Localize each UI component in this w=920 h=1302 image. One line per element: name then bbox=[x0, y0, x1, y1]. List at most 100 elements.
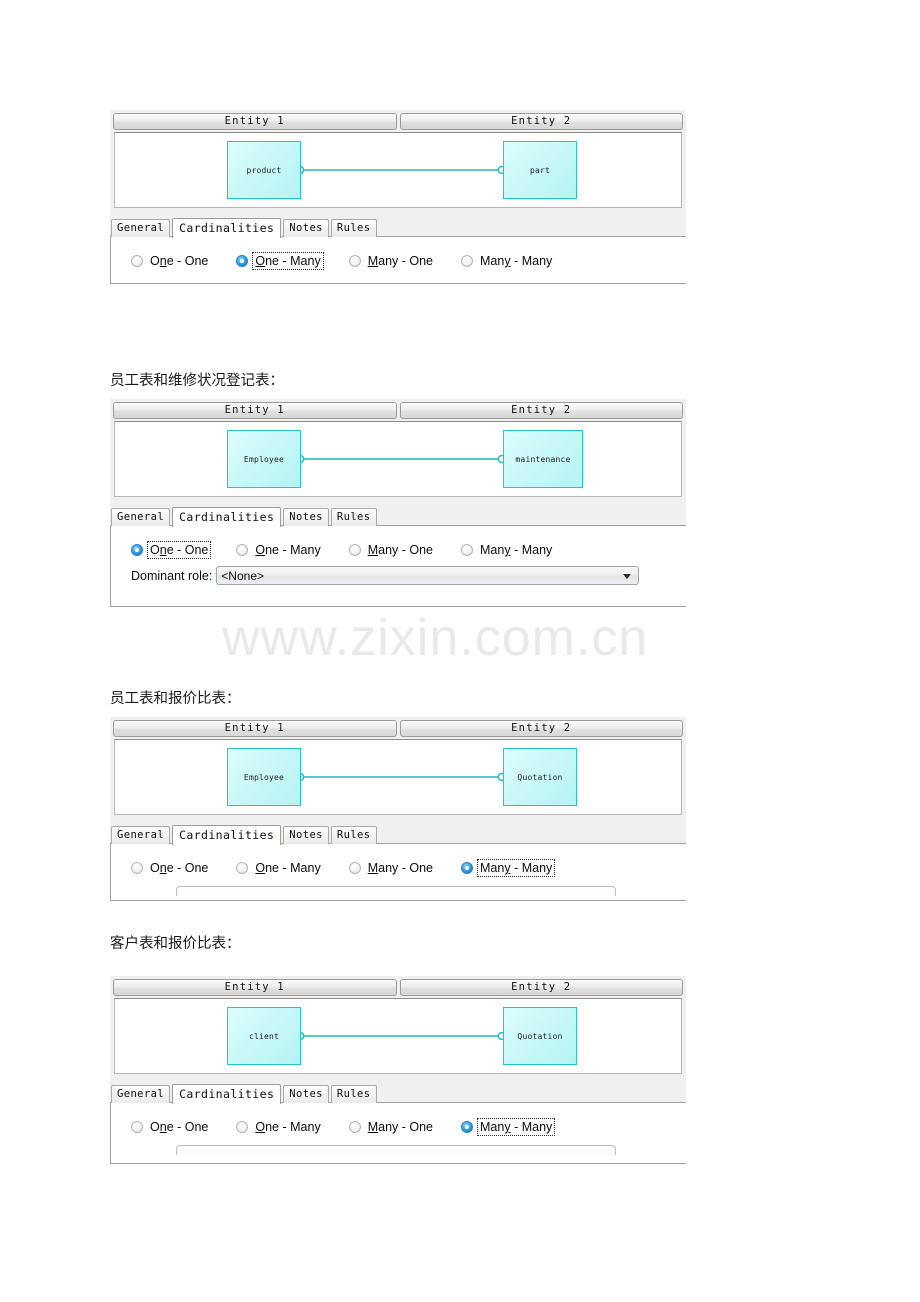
radio-button-many-many[interactable] bbox=[461, 1121, 474, 1133]
radio-button-one-many[interactable] bbox=[236, 862, 249, 874]
entity-box-right[interactable]: Quotation bbox=[503, 748, 577, 806]
radio-button-many-one[interactable] bbox=[348, 862, 361, 874]
radio-button-one-many[interactable] bbox=[236, 544, 249, 556]
entity-box-left[interactable]: product bbox=[227, 141, 301, 199]
radio-label-many-many: Many - Many bbox=[477, 859, 556, 877]
radio-option-many-many[interactable]: Many - Many bbox=[461, 1118, 556, 1136]
tab-strip: General Cardinalities Notes Rules bbox=[110, 1083, 686, 1104]
entity1-button[interactable]: Entity 1 bbox=[113, 979, 397, 996]
radio-label-many-many: Many - Many bbox=[480, 254, 553, 268]
tab-cardinalities[interactable]: Cardinalities bbox=[172, 507, 282, 527]
dominant-role-row: Dominant role: <None> bbox=[111, 558, 686, 585]
tab-panel-cardinalities: One - One One - Many Many - One Many - Many… bbox=[110, 525, 686, 607]
radio-option-one-one[interactable]: One - One bbox=[131, 1119, 210, 1135]
radio-button-one-one[interactable] bbox=[131, 1121, 143, 1133]
section-caption-2: 员工表和报价比表： bbox=[110, 691, 241, 707]
entity1-button[interactable]: Entity 1 bbox=[113, 402, 397, 419]
radio-button-one-many[interactable] bbox=[236, 1121, 249, 1133]
radio-option-many-one[interactable]: Many - One bbox=[348, 860, 435, 876]
tab-general[interactable]: General bbox=[111, 219, 171, 237]
radio-label-one-one: One - One bbox=[150, 254, 209, 268]
cardinality-radio-group: One - One One - Many Many - One Many - Many bbox=[111, 844, 686, 877]
entity-box-right[interactable]: Quotation bbox=[503, 1007, 577, 1065]
entity-box-right[interactable]: maintenance bbox=[503, 430, 583, 488]
radio-label-many-many: Many - Many bbox=[480, 543, 553, 557]
radio-button-many-one[interactable] bbox=[348, 544, 361, 556]
relationship-connector bbox=[284, 771, 518, 783]
radio-option-one-many[interactable]: One - Many bbox=[236, 542, 322, 558]
radio-button-one-many[interactable] bbox=[236, 255, 249, 267]
radio-label-one-many: One - Many bbox=[255, 861, 321, 875]
tab-cardinalities[interactable]: Cardinalities bbox=[172, 218, 282, 238]
tab-rules[interactable]: Rules bbox=[330, 826, 377, 844]
entity-box-right-label: Quotation bbox=[517, 772, 563, 782]
tab-panel-cardinalities: One - One One - Many Many - One Many - Many bbox=[110, 843, 686, 901]
radio-button-one-one[interactable] bbox=[131, 544, 143, 556]
entity2-button[interactable]: Entity 2 bbox=[399, 113, 683, 130]
radio-option-many-one[interactable]: Many - One bbox=[348, 253, 435, 269]
entity-box-right[interactable]: part bbox=[503, 141, 577, 199]
tab-general[interactable]: General bbox=[111, 1085, 171, 1103]
radio-option-one-many[interactable]: One - Many bbox=[236, 252, 324, 270]
entity2-button[interactable]: Entity 2 bbox=[399, 979, 683, 996]
entity-box-left[interactable]: Employee bbox=[227, 430, 301, 488]
tab-notes[interactable]: Notes bbox=[283, 1085, 329, 1103]
entity-box-right-label: Quotation bbox=[517, 1031, 563, 1041]
section-caption-3: 客户表和报价比表： bbox=[110, 936, 241, 952]
radio-option-one-many[interactable]: One - Many bbox=[236, 860, 322, 876]
radio-option-many-many[interactable]: Many - Many bbox=[461, 859, 556, 877]
entity1-button[interactable]: Entity 1 bbox=[113, 113, 397, 130]
entity2-button[interactable]: Entity 2 bbox=[399, 720, 683, 737]
radio-option-many-one[interactable]: Many - One bbox=[348, 1119, 435, 1135]
watermark-text: www.zixin.com.cn bbox=[222, 609, 649, 667]
diagram-canvas: product part bbox=[114, 132, 682, 208]
radio-label-one-one: One - One bbox=[150, 1120, 209, 1134]
entity-box-left[interactable]: Employee bbox=[227, 748, 301, 806]
radio-button-many-many[interactable] bbox=[461, 862, 474, 874]
entity-box-left-label: Employee bbox=[243, 454, 285, 464]
relationship-connector bbox=[292, 454, 510, 464]
tab-cardinalities[interactable]: Cardinalities bbox=[172, 1084, 282, 1104]
radio-option-many-many[interactable]: Many - Many bbox=[461, 542, 554, 558]
relationship-connector bbox=[284, 1030, 518, 1042]
radio-button-one-one[interactable] bbox=[131, 862, 143, 874]
radio-label-one-one: One - One bbox=[150, 861, 209, 875]
tab-notes[interactable]: Notes bbox=[283, 826, 329, 844]
entity-box-left[interactable]: client bbox=[227, 1007, 301, 1065]
entity2-button[interactable]: Entity 2 bbox=[399, 402, 683, 419]
radio-button-many-many[interactable] bbox=[461, 544, 474, 556]
tab-rules[interactable]: Rules bbox=[330, 508, 377, 526]
radio-option-one-many[interactable]: One - Many bbox=[236, 1119, 322, 1135]
chevron-down-icon[interactable] bbox=[623, 573, 632, 579]
radio-button-many-one[interactable] bbox=[348, 1121, 361, 1133]
diagram-canvas: Employee maintenance bbox=[114, 421, 682, 497]
radio-button-one-one[interactable] bbox=[131, 255, 143, 267]
tab-rules[interactable]: Rules bbox=[330, 1085, 377, 1103]
partial-field-below-fold[interactable] bbox=[176, 886, 616, 896]
tab-panel-cardinalities: One - One One - Many Many - One Many - Many bbox=[110, 1102, 686, 1164]
radio-label-one-many: One - Many bbox=[255, 543, 321, 557]
radio-button-many-many[interactable] bbox=[461, 255, 474, 267]
partial-field-below-fold[interactable] bbox=[176, 1145, 616, 1155]
tab-general[interactable]: General bbox=[111, 826, 171, 844]
section-caption-1: 员工表和维修状况登记表： bbox=[110, 373, 284, 389]
tab-panel-cardinalities: One - One One - Many Many - One Many - Many bbox=[110, 236, 686, 284]
radio-option-one-one[interactable]: One - One bbox=[131, 541, 212, 559]
radio-label-one-one: One - One bbox=[146, 541, 212, 559]
radio-label-many-many: Many - Many bbox=[477, 1118, 556, 1136]
entity1-button[interactable]: Entity 1 bbox=[113, 720, 397, 737]
tab-strip: General Cardinalities Notes Rules bbox=[110, 506, 686, 527]
tab-general[interactable]: General bbox=[111, 508, 171, 526]
radio-option-many-one[interactable]: Many - One bbox=[348, 542, 435, 558]
tab-rules[interactable]: Rules bbox=[330, 219, 377, 237]
radio-option-one-one[interactable]: One - One bbox=[131, 253, 210, 269]
radio-button-many-one[interactable] bbox=[348, 255, 361, 267]
radio-option-many-many[interactable]: Many - Many bbox=[461, 253, 554, 269]
tab-notes[interactable]: Notes bbox=[283, 508, 329, 526]
relationship-dialog-3: Entity 1 Entity 2 client Quotation General Ca… bbox=[110, 976, 686, 1164]
dominant-role-combobox[interactable]: <None> bbox=[216, 566, 640, 585]
radio-option-one-one[interactable]: One - One bbox=[131, 860, 210, 876]
tab-cardinalities[interactable]: Cardinalities bbox=[172, 825, 282, 845]
tab-notes[interactable]: Notes bbox=[283, 219, 329, 237]
relationship-dialog-1: Entity 1 Entity 2 Employee maintenance Gener… bbox=[110, 399, 686, 607]
